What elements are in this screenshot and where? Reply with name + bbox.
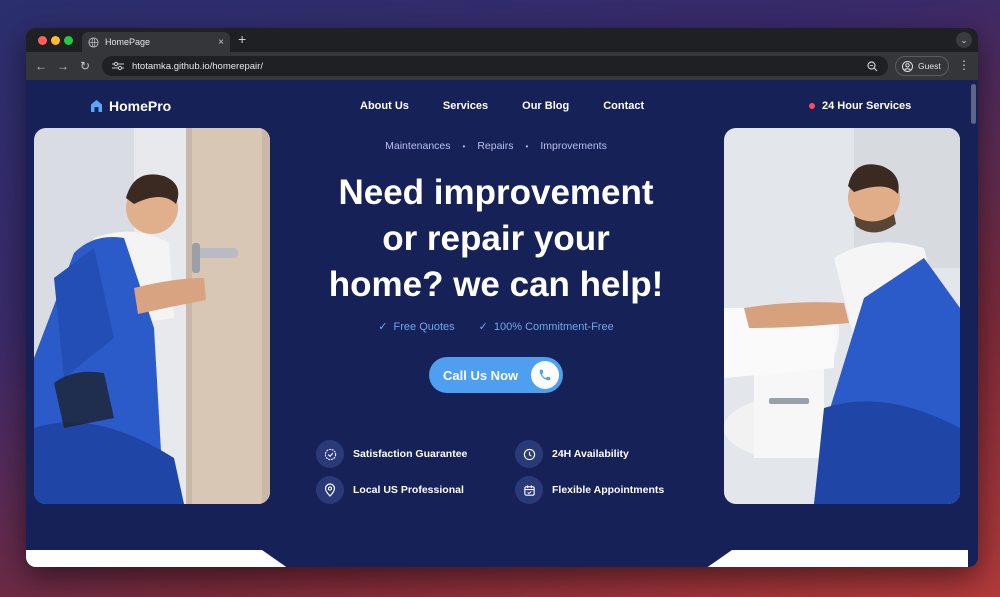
benefit-checks: ✓ Free Quotes ✓ 100% Commitment-Free — [296, 320, 696, 333]
phone-icon — [531, 361, 559, 389]
site-header: HomePro About Us Services Our Blog Conta… — [26, 80, 966, 130]
feature-local-professional: Local US Professional — [316, 476, 464, 504]
calendar-icon — [515, 476, 543, 504]
profile-icon — [902, 60, 913, 72]
house-icon — [91, 100, 102, 112]
feature-label: Flexible Appointments — [552, 484, 665, 496]
scrollbar[interactable] — [971, 84, 976, 124]
close-window-button[interactable] — [38, 36, 47, 45]
cta-label: Call Us Now — [443, 367, 519, 383]
globe-icon — [88, 36, 99, 48]
checkmark-icon: ✓ — [378, 321, 388, 333]
section-divider — [26, 550, 968, 567]
tab-search-button[interactable]: ⌄ — [956, 32, 972, 48]
address-bar[interactable]: htotamka.github.io/homerepair/ — [102, 56, 888, 76]
category-separator: • — [525, 141, 529, 151]
headline-line-1: Need improvement — [338, 173, 654, 212]
category-maintenances[interactable]: Maintenances — [385, 140, 450, 152]
check-label: 100% Commitment-Free — [493, 321, 614, 333]
browser-toolbar: ← → ↻ htotamka.github.io/homerepair/ Gue… — [26, 52, 978, 80]
clock-icon — [515, 440, 543, 468]
nav-about-us[interactable]: About Us — [360, 100, 409, 112]
new-tab-button[interactable]: + — [238, 31, 246, 47]
profile-label: Guest — [918, 61, 941, 71]
tab-title: HomePage — [105, 37, 151, 47]
feature-label: Satisfaction Guarantee — [353, 448, 468, 460]
browser-menu-icon[interactable]: ⋮ — [958, 58, 970, 72]
hero-photo-locksmith — [34, 128, 270, 504]
call-us-now-button[interactable]: Call Us Now — [429, 357, 563, 393]
brand-name: HomePro — [109, 98, 172, 114]
url-text: htotamka.github.io/homerepair/ — [132, 60, 263, 72]
status-dot — [809, 103, 815, 109]
headline-line-3: home? we can help! — [328, 265, 664, 304]
hero-content: Maintenances • Repairs • Improvements Ne… — [296, 140, 696, 393]
nav-our-blog[interactable]: Our Blog — [522, 100, 569, 112]
category-improvements[interactable]: Improvements — [540, 140, 607, 152]
hero-photo-plumber — [724, 128, 960, 504]
back-icon[interactable]: ← — [30, 59, 52, 73]
feature-flexible-appointments: Flexible Appointments — [515, 476, 664, 504]
hours-label: 24 Hour Services — [822, 100, 912, 112]
service-categories: Maintenances • Repairs • Improvements — [296, 140, 696, 152]
check-commitment-free: ✓ 100% Commitment-Free — [479, 320, 614, 333]
main-menu: About Us Services Our Blog Contact — [360, 100, 678, 112]
zoom-icon[interactable] — [867, 60, 878, 72]
feature-availability: 24H Availability — [515, 440, 629, 468]
tab-bar: HomePage × + ⌄ — [26, 28, 978, 52]
check-free-quotes: ✓ Free Quotes — [378, 320, 454, 333]
minimize-window-button[interactable] — [51, 36, 60, 45]
feature-satisfaction: Satisfaction Guarantee — [316, 440, 467, 468]
tab-close-icon[interactable]: × — [218, 37, 224, 48]
site-logo[interactable]: HomePro — [90, 98, 171, 114]
check-label: Free Quotes — [393, 321, 455, 333]
browser-tab[interactable]: HomePage × — [82, 32, 230, 52]
category-repairs[interactable]: Repairs — [477, 140, 513, 152]
feature-label: Local US Professional — [353, 484, 464, 496]
hours-indicator[interactable]: 24 Hour Services — [809, 100, 911, 112]
hero-headline: Need improvement or repair your home? we… — [296, 170, 696, 308]
maximize-window-button[interactable] — [64, 36, 73, 45]
reload-icon[interactable]: ↻ — [74, 59, 96, 73]
headline-line-2: or repair your — [382, 219, 610, 258]
nav-contact[interactable]: Contact — [603, 100, 644, 112]
profile-button[interactable]: Guest — [895, 56, 949, 76]
feature-label: 24H Availability — [552, 448, 629, 460]
site-settings-icon[interactable] — [112, 61, 124, 71]
browser-window: HomePage × + ⌄ ← → ↻ htotamka.github.io/… — [26, 28, 978, 567]
checkmark-icon: ✓ — [478, 321, 488, 333]
map-pin-icon — [316, 476, 344, 504]
badge-check-icon — [316, 440, 344, 468]
nav-services[interactable]: Services — [443, 100, 488, 112]
category-separator: • — [462, 141, 466, 151]
webpage: HomePro About Us Services Our Blog Conta… — [26, 80, 978, 567]
forward-icon[interactable]: → — [52, 59, 74, 73]
